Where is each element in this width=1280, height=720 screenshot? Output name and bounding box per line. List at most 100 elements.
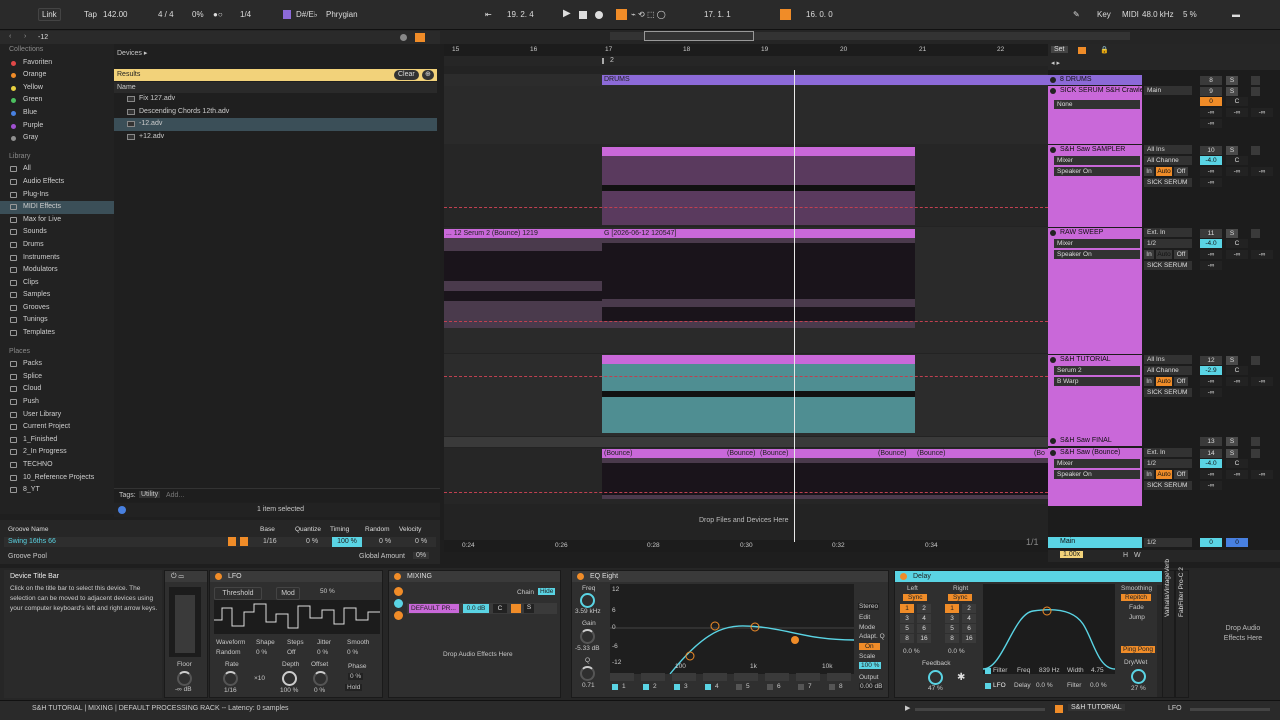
send-value[interactable]: -∞ bbox=[1200, 470, 1222, 479]
draw-icon[interactable]: ✎ bbox=[1073, 10, 1080, 19]
place-item[interactable]: Current Project bbox=[0, 421, 114, 434]
key-map-button[interactable]: Key bbox=[1097, 10, 1111, 19]
eq-eight-device[interactable]: EQ Eight Freq 3.59 kHz Gain -5.33 dB Q 0… bbox=[571, 570, 889, 698]
drums-lane[interactable]: DRUMS bbox=[444, 74, 1048, 86]
place-item[interactable]: Packs bbox=[0, 358, 114, 371]
place-item[interactable]: Splice bbox=[0, 371, 114, 384]
back-icon[interactable]: ‹ bbox=[9, 33, 11, 40]
pan-field[interactable]: C bbox=[1226, 366, 1248, 375]
pan-field[interactable]: C bbox=[1226, 459, 1248, 468]
send-value[interactable]: -∞ bbox=[1226, 377, 1248, 386]
global-amount[interactable]: 0% bbox=[413, 552, 430, 559]
time-ruler[interactable]: 0:24 0:26 0:28 0:30 0:32 0:34 bbox=[444, 540, 1048, 552]
arm-icon[interactable] bbox=[1251, 87, 1260, 96]
collection-item[interactable]: Favoriten bbox=[0, 57, 114, 70]
collection-item[interactable]: Yellow bbox=[0, 82, 114, 95]
send-value[interactable]: -∞ bbox=[1251, 108, 1273, 117]
track-number[interactable]: 14 bbox=[1200, 449, 1222, 458]
time-signature[interactable]: 4 / 4 bbox=[158, 10, 174, 19]
filter-width-value[interactable]: 4.75 bbox=[1091, 667, 1104, 674]
library-item[interactable]: Drums bbox=[0, 239, 114, 252]
lfo-power-icon[interactable] bbox=[215, 573, 222, 580]
track-number[interactable]: 8 bbox=[1200, 76, 1222, 85]
track-number[interactable]: 9 bbox=[1200, 87, 1222, 96]
prev-locator-icon[interactable]: ◂ ▸ bbox=[1051, 59, 1060, 67]
ping-pong-button[interactable]: Ping Pong bbox=[1121, 646, 1155, 653]
track-fold-icon[interactable] bbox=[1050, 88, 1056, 94]
metronome-icon[interactable]: ●○ bbox=[213, 10, 223, 19]
band-toggle-icon[interactable] bbox=[829, 684, 835, 690]
input-type-menu[interactable]: Ext. In bbox=[1144, 448, 1192, 457]
place-item[interactable]: User Library bbox=[0, 409, 114, 422]
send-value[interactable]: -∞ bbox=[1200, 178, 1222, 187]
groove-name[interactable]: Swing 16ths 66 bbox=[8, 538, 56, 545]
delay-right-sync[interactable]: Sync bbox=[948, 594, 973, 601]
chain-activator-icon[interactable] bbox=[511, 604, 521, 613]
link-button[interactable]: Link bbox=[38, 8, 61, 21]
track-number[interactable]: 11 bbox=[1200, 229, 1222, 238]
eq-display[interactable] bbox=[610, 584, 854, 674]
delay-lfo-delay-value[interactable]: 0.0 % bbox=[1036, 682, 1053, 689]
solo-button[interactable]: S bbox=[1226, 449, 1238, 458]
collection-item[interactable]: Gray bbox=[0, 132, 114, 145]
band-toggle-icon[interactable] bbox=[674, 684, 680, 690]
delay-time-step[interactable]: 16 bbox=[962, 634, 976, 643]
track-device-1[interactable]: Mixer bbox=[1054, 239, 1140, 248]
track-header[interactable]: S&H Saw (Bounce) bbox=[1048, 448, 1142, 458]
repitch-button[interactable]: Repitch bbox=[1121, 594, 1152, 601]
band-toggle-icon[interactable] bbox=[643, 684, 649, 690]
collection-item[interactable]: Orange bbox=[0, 69, 114, 82]
chain-gain[interactable]: 0.0 dB bbox=[463, 604, 489, 613]
pan-field[interactable]: C bbox=[1226, 239, 1248, 248]
search-input[interactable]: -12 bbox=[38, 34, 48, 41]
place-item[interactable]: 10_Reference Projects bbox=[0, 472, 114, 485]
monitor-auto[interactable]: Auto bbox=[1156, 250, 1172, 259]
mixing-rack[interactable]: MIXING Chain Hide DEFAULT PR... 0.0 dB C… bbox=[388, 570, 561, 698]
bounce-lane[interactable]: (Bounce) (Bounce) (Bounce) (Bounce) (Bou… bbox=[444, 448, 1048, 504]
library-item[interactable]: Modulators bbox=[0, 264, 114, 277]
arm-icon[interactable] bbox=[1251, 437, 1260, 446]
arm-icon[interactable] bbox=[1251, 76, 1260, 85]
delay-time-step[interactable]: 4 bbox=[917, 614, 931, 623]
rate-multiplier[interactable]: ×10 bbox=[254, 675, 265, 682]
arrangement-position[interactable]: 19. 2. 4 bbox=[507, 10, 534, 19]
filter-toggle-icon[interactable] bbox=[985, 668, 991, 674]
library-item[interactable]: Instruments bbox=[0, 252, 114, 265]
track-header[interactable]: S&H TUTORIAL bbox=[1048, 355, 1142, 365]
track-fold-icon[interactable] bbox=[1050, 450, 1056, 456]
w-button[interactable]: W bbox=[1134, 552, 1141, 559]
output-menu[interactable]: SICK SERUM bbox=[1144, 178, 1192, 187]
hide-chain-button[interactable]: Hide bbox=[538, 588, 556, 595]
delay-time-step[interactable]: 1 bbox=[945, 604, 959, 613]
sick-serum-lane[interactable] bbox=[444, 86, 1048, 144]
track-fold-icon[interactable] bbox=[1050, 230, 1056, 236]
monitor-off[interactable]: Off bbox=[1174, 250, 1188, 259]
arm-icon[interactable] bbox=[1251, 449, 1260, 458]
delay-time-step[interactable]: 4 bbox=[962, 614, 976, 623]
file-row[interactable]: Descending Chords 12th.adv bbox=[114, 106, 437, 119]
send-value[interactable]: -∞ bbox=[1200, 377, 1222, 386]
collection-item[interactable]: Green bbox=[0, 94, 114, 107]
band-toggle-icon[interactable] bbox=[612, 684, 618, 690]
monitor-auto[interactable]: Auto bbox=[1156, 377, 1172, 386]
groove-base[interactable]: 1/16 bbox=[263, 538, 277, 545]
place-item[interactable]: Push bbox=[0, 396, 114, 409]
filter-freq-value[interactable]: 839 Hz bbox=[1039, 667, 1060, 674]
eq-power-icon[interactable] bbox=[577, 573, 584, 580]
library-item[interactable]: Clips bbox=[0, 277, 114, 290]
groove-velocity[interactable]: 0 % bbox=[415, 538, 427, 545]
send-value[interactable]: -∞ bbox=[1200, 388, 1222, 397]
delay-time-step[interactable]: 5 bbox=[945, 624, 959, 633]
mod-button[interactable]: Mod bbox=[276, 587, 300, 600]
pan-field[interactable]: C bbox=[1226, 97, 1248, 106]
drywet-knob[interactable] bbox=[1131, 669, 1146, 684]
scale-menu[interactable]: Phrygian bbox=[326, 10, 358, 19]
groove-random[interactable]: 0 % bbox=[379, 538, 391, 545]
status-play-icon[interactable]: ▶ bbox=[905, 704, 910, 712]
track-header[interactable]: S&H Saw FINAL bbox=[1048, 436, 1142, 446]
tag-utility[interactable]: Utility bbox=[139, 491, 161, 498]
delay-title-bar[interactable]: Delay bbox=[895, 571, 1175, 582]
delay-time-step[interactable]: 2 bbox=[962, 604, 976, 613]
place-item[interactable]: 8_YT bbox=[0, 484, 114, 497]
library-item[interactable]: Samples bbox=[0, 289, 114, 302]
